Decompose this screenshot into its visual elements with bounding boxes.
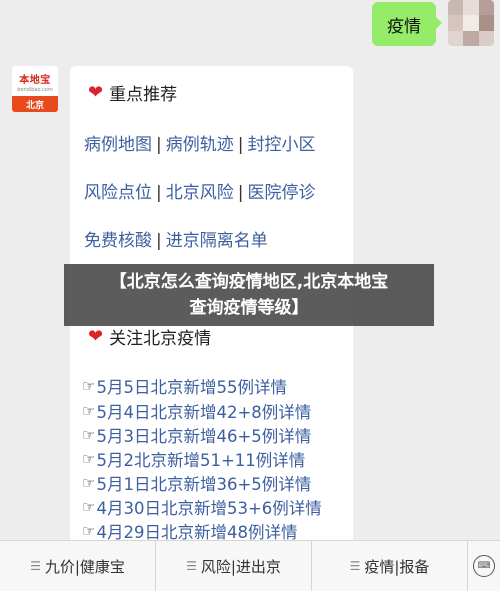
news-item-text: 5月3日北京新增46+5例详情 xyxy=(96,427,312,446)
links-row: 风险点位 | 北京风险 | 医院停诊 xyxy=(84,183,316,203)
keyboard-toggle-button[interactable]: ⌨ xyxy=(468,541,500,591)
pointing-hand-icon: ☞ xyxy=(82,522,96,540)
link-quarantine-list[interactable]: 进京隔离名单 xyxy=(166,231,268,251)
pointing-hand-icon: ☞ xyxy=(82,426,96,444)
news-item[interactable]: ☞ 4月30日北京新增53+6例详情 xyxy=(82,495,322,519)
pointing-hand-icon: ☞ xyxy=(82,450,96,468)
news-item-text: 4月30日北京新增53+6例详情 xyxy=(96,499,322,518)
caption-line: 【北京怎么查询疫情地区,北京本地宝 xyxy=(109,272,389,292)
heart-icon: ❤ xyxy=(88,81,104,103)
section-title-text: 重点推荐 xyxy=(109,85,178,105)
heart-icon: ❤ xyxy=(88,325,104,347)
user-avatar[interactable] xyxy=(448,0,494,46)
section-title-follow: ❤ 关注北京疫情 xyxy=(88,324,211,349)
link-case-track[interactable]: 病例轨迹 xyxy=(166,135,234,155)
caption-overlay: 【北京怎么查询疫情地区,北京本地宝 查询疫情等级】 xyxy=(64,264,434,326)
menu-item-risk-travel[interactable]: ☰ 风险|进出京 xyxy=(156,541,312,591)
bottom-menu-bar: ☰ 九价|健康宝 ☰ 风险|进出京 ☰ 疫情|报备 ⌨ xyxy=(0,540,500,591)
link-risk-points[interactable]: 风险点位 xyxy=(84,183,152,203)
avatar-city-label: 北京 xyxy=(12,96,58,112)
news-item[interactable]: ☞ 5月3日北京新增46+5例详情 xyxy=(82,423,311,447)
link-case-map[interactable]: 病例地图 xyxy=(84,135,152,155)
pointing-hand-icon: ☞ xyxy=(82,402,96,420)
news-item[interactable]: ☞ 5月1日北京新增36+5例详情 xyxy=(82,471,311,495)
menu-item-label: 九价|健康宝 xyxy=(44,557,125,576)
caption-line: 查询疫情等级】 xyxy=(189,298,309,318)
menu-item-label: 疫情|报备 xyxy=(364,557,430,576)
keyboard-icon: ⌨ xyxy=(473,555,495,577)
avatar-domain: bendibao.com xyxy=(17,87,53,93)
link-hospital-closure[interactable]: 医院停诊 xyxy=(247,183,315,203)
news-item[interactable]: ☞ 5月4日北京新增42+8例详情 xyxy=(82,399,311,423)
news-item[interactable]: ☞ 5月2北京新增51+11例详情 xyxy=(82,447,305,471)
news-item-text: 5月2北京新增51+11例详情 xyxy=(96,451,306,470)
news-item-text: 5月4日北京新增42+8例详情 xyxy=(96,403,312,422)
links-row: 免费核酸 | 进京隔离名单 xyxy=(84,231,268,251)
pointing-hand-icon: ☞ xyxy=(82,498,96,516)
menu-item-vaccine-health-code[interactable]: ☰ 九价|健康宝 xyxy=(0,541,156,591)
section-title-recommend: ❤ 重点推荐 xyxy=(88,80,177,105)
menu-item-label: 风险|进出京 xyxy=(200,557,281,576)
sent-message-text: 疫情 xyxy=(387,16,421,37)
link-free-test[interactable]: 免费核酸 xyxy=(84,231,152,251)
links-row: 病例地图 | 病例轨迹 | 封控小区 xyxy=(84,135,316,155)
sent-message-bubble[interactable]: 疫情 xyxy=(372,2,442,46)
menu-item-epidemic-report[interactable]: ☰ 疫情|报备 xyxy=(312,541,468,591)
menu-icon: ☰ xyxy=(30,559,41,573)
bot-avatar[interactable]: 本地宝 bendibao.com 北京 xyxy=(12,66,58,112)
menu-icon: ☰ xyxy=(349,559,361,573)
section-title-text: 关注北京疫情 xyxy=(109,329,212,349)
link-locked-communities[interactable]: 封控小区 xyxy=(247,135,315,155)
link-beijing-risk[interactable]: 北京风险 xyxy=(166,183,234,203)
avatar-brand-logo: 本地宝 xyxy=(19,75,51,86)
pointing-hand-icon: ☞ xyxy=(82,474,96,492)
news-item-text: 5月5日北京新增55例详情 xyxy=(96,378,287,397)
menu-icon: ☰ xyxy=(186,559,197,573)
pointing-hand-icon: ☞ xyxy=(82,377,96,395)
news-item[interactable]: ☞ 5月5日北京新增55例详情 xyxy=(82,374,287,398)
news-item-text: 5月1日北京新增36+5例详情 xyxy=(96,475,312,494)
